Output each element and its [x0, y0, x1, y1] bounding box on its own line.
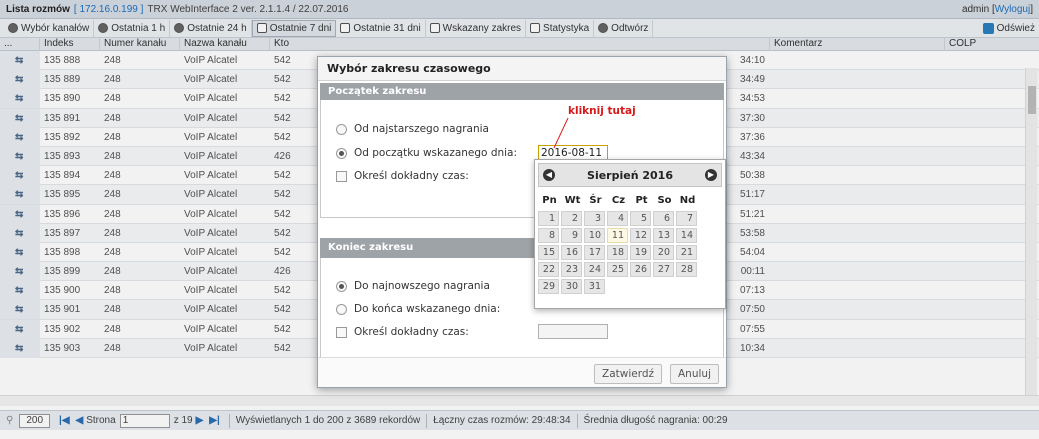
- start-section: Początek zakresu: [320, 83, 724, 100]
- calendar-day[interactable]: 21: [676, 245, 697, 260]
- calendar-day[interactable]: 10: [584, 228, 605, 243]
- calendar-empty-cell: [653, 279, 674, 294]
- calendar-day[interactable]: 29: [538, 279, 559, 294]
- radio-end-day[interactable]: [336, 303, 347, 315]
- calendar-day[interactable]: 15: [538, 245, 559, 260]
- checkbox-end-exact[interactable]: [336, 326, 347, 338]
- calendar-day[interactable]: 17: [584, 245, 605, 260]
- cancel-button[interactable]: Anuluj: [670, 364, 719, 384]
- calendar-day[interactable]: 23: [561, 262, 582, 277]
- calendar-day[interactable]: 30: [561, 279, 582, 294]
- calendar-day[interactable]: 31: [584, 279, 605, 294]
- start-oldest-option[interactable]: Od najstarszego nagrania: [336, 123, 489, 135]
- calendar-day[interactable]: 5: [630, 211, 651, 226]
- calendar-day[interactable]: 6: [653, 211, 674, 226]
- calendar-empty-cell: [676, 279, 697, 294]
- calendar-day[interactable]: 13: [653, 228, 674, 243]
- radio-start-oldest[interactable]: [336, 123, 347, 135]
- weekday-row: Pn Wt Śr Cz Pt So Nd: [538, 193, 699, 209]
- calendar-grid: Pn Wt Śr Cz Pt So Nd 1 2 3 4 5 6 7 8 9 10 11 12 13 14 15 16 17 1…: [538, 193, 699, 294]
- calendar-day[interactable]: 2: [561, 211, 582, 226]
- weekday-label: So: [657, 195, 672, 206]
- calendar-day[interactable]: 25: [607, 262, 628, 277]
- calendar-day[interactable]: 1: [538, 211, 559, 226]
- calendar-week: 15 16 17 18 19 20 21: [538, 245, 699, 260]
- end-day-label: Do końca wskazanego dnia:: [354, 303, 501, 315]
- start-day-option[interactable]: Od początku wskazanego dnia:: [336, 147, 517, 159]
- calendar-empty-cell: [607, 279, 628, 294]
- start-oldest-label: Od najstarszego nagrania: [354, 123, 489, 135]
- radio-start-day[interactable]: [336, 147, 347, 159]
- prev-month-icon[interactable]: ◀: [543, 169, 555, 181]
- dialog-footer: Zatwierdź Anuluj: [318, 357, 726, 387]
- click-here-annotation: kliknij tutaj: [568, 105, 636, 117]
- calendar-week: 29 30 31: [538, 279, 699, 294]
- calendar-week: 1234567: [538, 211, 699, 226]
- calendar-day[interactable]: 27: [653, 262, 674, 277]
- start-section-header: Początek zakresu: [320, 83, 724, 100]
- weekday-label: Pn: [542, 195, 557, 206]
- calendar-day[interactable]: 4: [607, 211, 628, 226]
- calendar-day[interactable]: 14: [676, 228, 697, 243]
- calendar-day[interactable]: 20: [653, 245, 674, 260]
- calendar-month-title: Sierpień 2016: [587, 168, 673, 182]
- annotation-arrow: [553, 118, 569, 148]
- end-newest-label: Do najnowszego nagrania: [354, 280, 490, 292]
- weekday-label: Pt: [635, 195, 648, 206]
- end-time-input[interactable]: [538, 324, 608, 339]
- calendar-day[interactable]: 26: [630, 262, 651, 277]
- weekday-label: Cz: [611, 195, 626, 206]
- confirm-button[interactable]: Zatwierdź: [594, 364, 663, 384]
- calendar-day[interactable]: 22: [538, 262, 559, 277]
- calendar-day[interactable]: 9: [561, 228, 582, 243]
- end-exact-label: Określ dokładny czas:: [354, 326, 469, 338]
- calendar-empty-cell: [630, 279, 651, 294]
- end-exact-option[interactable]: Określ dokładny czas:: [336, 326, 469, 338]
- radio-end-newest[interactable]: [336, 280, 347, 292]
- start-exact-label: Określ dokładny czas:: [354, 170, 469, 182]
- weekday-label: Nd: [679, 195, 696, 206]
- calendar-day[interactable]: 3: [584, 211, 605, 226]
- calendar-day[interactable]: 19: [630, 245, 651, 260]
- checkbox-start-exact[interactable]: [336, 170, 347, 182]
- calendar-day[interactable]: 7: [676, 211, 697, 226]
- next-month-icon[interactable]: ▶: [705, 169, 717, 181]
- dialog-title: Wybór zakresu czasowego: [318, 57, 726, 81]
- calendar-day[interactable]: 28: [676, 262, 697, 277]
- calendar-week: 22 23 24 25 26 27 28: [538, 262, 699, 277]
- calendar-week: 8 9 10 11 12 13 14: [538, 228, 699, 243]
- start-exact-option[interactable]: Określ dokładny czas:: [336, 170, 469, 182]
- calendar-day[interactable]: 12: [630, 228, 651, 243]
- calendar-header: ◀ Sierpień 2016 ▶: [538, 163, 722, 187]
- calendar-day[interactable]: 24: [584, 262, 605, 277]
- end-day-option[interactable]: Do końca wskazanego dnia:: [336, 303, 500, 315]
- weekday-label: Śr: [589, 195, 602, 206]
- calendar-day[interactable]: 16: [561, 245, 582, 260]
- calendar-day[interactable]: 18: [607, 245, 628, 260]
- calendar-day[interactable]: 11: [607, 228, 628, 243]
- date-picker: ◀ Sierpień 2016 ▶ Pn Wt Śr Cz Pt So Nd 1 2 3 4 5 6 7 8…: [534, 159, 726, 309]
- weekday-label: Wt: [564, 195, 581, 206]
- calendar-day[interactable]: 8: [538, 228, 559, 243]
- start-day-label: Od początku wskazanego dnia:: [354, 147, 518, 159]
- end-newest-option[interactable]: Do najnowszego nagrania: [336, 280, 490, 292]
